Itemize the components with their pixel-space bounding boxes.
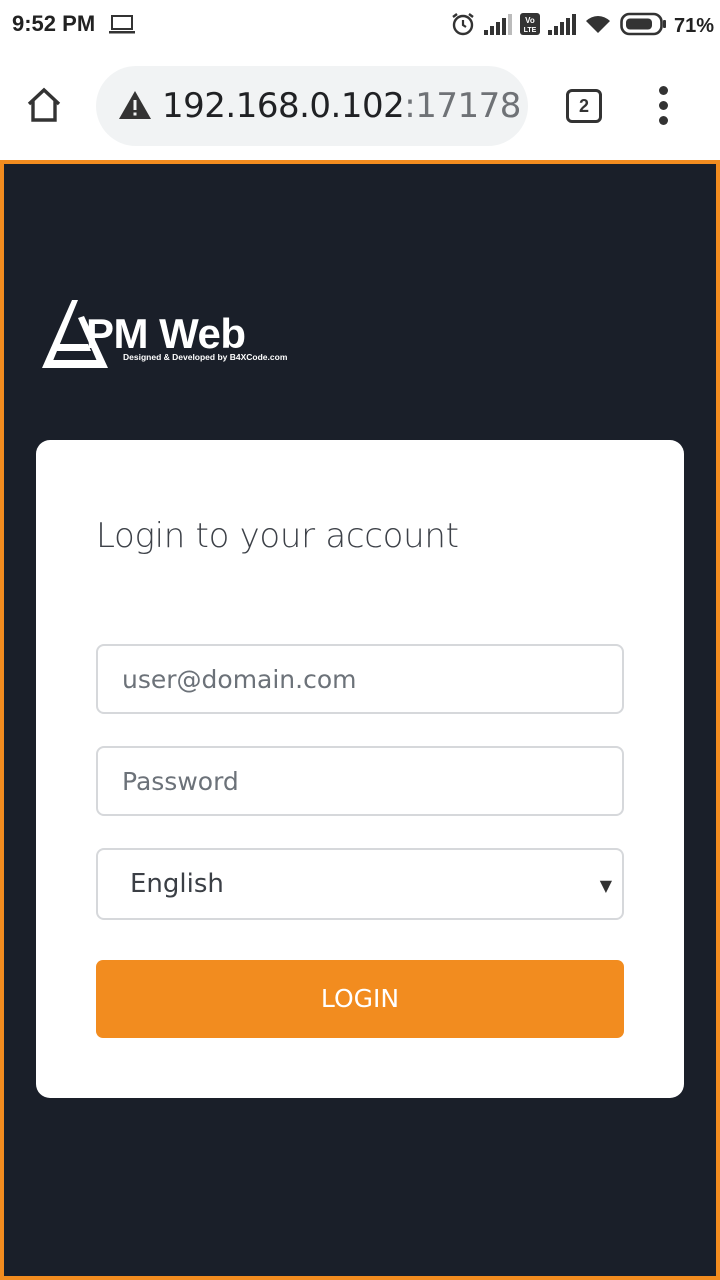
browser-toolbar: 192.168.0.102:17178 2 [0, 52, 720, 160]
email-field-container [96, 644, 624, 714]
wifi-icon [584, 13, 612, 39]
login-heading: Login to your account [96, 516, 459, 556]
chevron-down-icon: ▼ [599, 876, 612, 895]
brand-subtitle: Designed & Developed by B4XCode.com [123, 352, 288, 362]
home-button[interactable] [24, 86, 72, 130]
menu-dot [659, 101, 668, 110]
laptop-icon [109, 15, 135, 39]
language-select-value: English [130, 869, 224, 899]
status-icons: Vo LTE 71% [442, 10, 714, 42]
battery-icon [620, 12, 666, 40]
url-port: :17178 [404, 86, 521, 126]
alarm-icon [450, 11, 476, 41]
signal-icon [483, 13, 512, 39]
password-field-container [96, 746, 624, 816]
email-field[interactable] [98, 646, 622, 712]
tab-switcher-button[interactable]: 2 [566, 89, 602, 123]
status-time: 9:52 PM [12, 11, 96, 36]
language-select[interactable]: English ▼ [96, 848, 624, 920]
page-content: PM Web Designed & Developed by B4XCode.c… [0, 160, 720, 1280]
volte-icon: Vo LTE [519, 13, 540, 39]
svg-text:Vo: Vo [525, 16, 535, 25]
battery-percent: 71% [673, 14, 714, 37]
password-field[interactable] [98, 748, 622, 814]
login-card: Login to your account English ▼ LOGIN [36, 440, 684, 1098]
menu-dot [659, 86, 668, 95]
login-button[interactable]: LOGIN [96, 960, 624, 1038]
svg-text:LTE: LTE [524, 27, 537, 34]
home-icon [27, 87, 61, 122]
address-bar[interactable]: 192.168.0.102:17178 [96, 66, 528, 146]
brand-title: PM Web [86, 310, 246, 357]
more-menu-button[interactable] [650, 86, 678, 126]
status-bar: 9:52 PM Vo LTE 71% [0, 0, 720, 52]
url-host: 192.168.0.102 [162, 86, 405, 126]
url-text: 192.168.0.102:17178 [162, 84, 521, 128]
menu-dot [659, 116, 668, 125]
warning-icon[interactable] [118, 90, 152, 124]
signal-icon [547, 13, 576, 39]
